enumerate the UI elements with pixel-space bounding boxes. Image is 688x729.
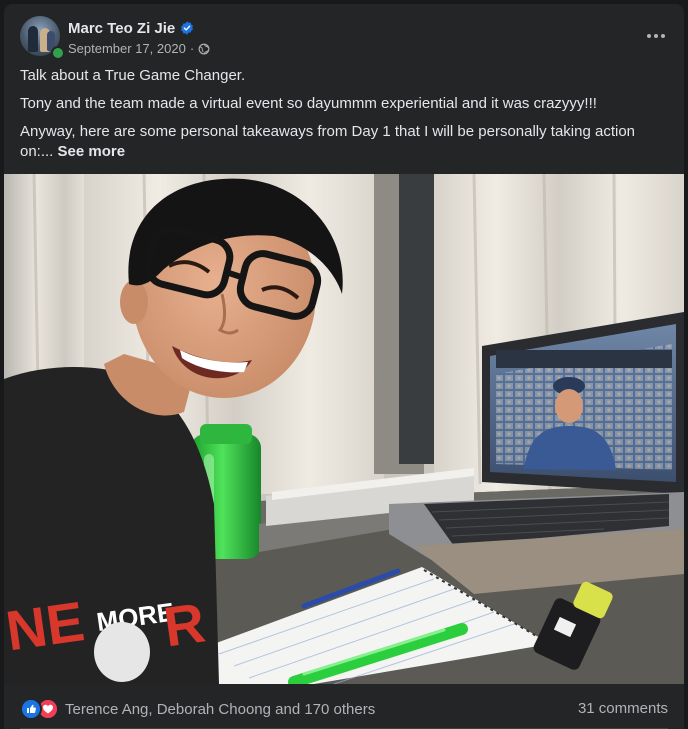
post-paragraph: Talk about a True Game Changer. (20, 67, 246, 84)
more-dot (661, 34, 665, 38)
verified-badge-icon (181, 21, 194, 35)
online-status-icon (51, 46, 65, 60)
post-paragraph: Tony and the team made a virtual event s… (20, 95, 597, 112)
post-date[interactable]: September 17, 2020 (68, 41, 186, 56)
post-photo[interactable]: NE MORE R (4, 174, 684, 684)
reactions-summary[interactable]: Terence Ang, Deborah Choong and 170 othe… (20, 698, 375, 720)
comments-count[interactable]: 31 comments (578, 700, 668, 717)
globe-icon[interactable] (198, 43, 210, 55)
post-footer: Terence Ang, Deborah Choong and 170 othe… (4, 688, 684, 729)
more-dot (654, 34, 658, 38)
more-dot (647, 34, 651, 38)
author-row: Marc Teo Zi Jie (68, 18, 194, 38)
reaction-names[interactable]: Terence Ang, Deborah Choong and 170 othe… (65, 701, 375, 718)
post-header: Marc Teo Zi Jie September 17, 2020 · (18, 16, 670, 60)
post-text: Talk about a True Game Changer. Tony and… (20, 66, 668, 170)
post-meta: September 17, 2020 · (68, 41, 210, 56)
like-reaction-icon (20, 698, 42, 720)
author-name[interactable]: Marc Teo Zi Jie (68, 20, 175, 37)
see-more-link[interactable]: See more (58, 143, 126, 160)
meta-separator: · (189, 41, 195, 56)
more-options-icon[interactable] (638, 18, 674, 54)
avatar-figure (28, 26, 38, 52)
shirt-text-left: NE (4, 589, 88, 662)
post-card: Marc Teo Zi Jie September 17, 2020 · Tal… (4, 4, 684, 729)
post-paragraph: Anyway, here are some personal takeaways… (20, 122, 668, 162)
